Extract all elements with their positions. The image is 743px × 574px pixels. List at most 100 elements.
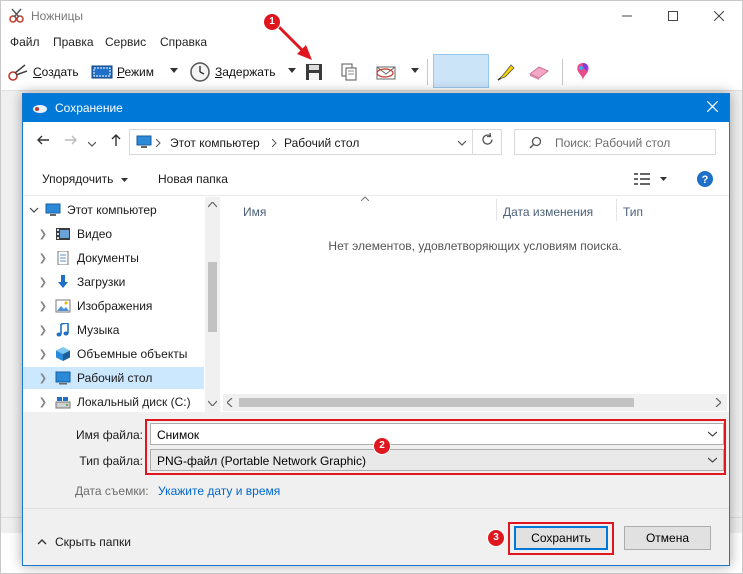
- navigation-pane: Этот компьютер ❯ Видео ❯ Документы ❯ Заг…: [23, 197, 220, 412]
- music-icon: [56, 323, 69, 337]
- menu-file[interactable]: Файл: [10, 35, 40, 49]
- chevron-right-icon[interactable]: ❯: [37, 301, 49, 312]
- app-titlebar: Ножницы: [1, 1, 742, 31]
- dialog-footer: Скрыть папки Сохранить Отмена: [23, 508, 729, 565]
- up-button[interactable]: [106, 132, 126, 152]
- annotation-number-2: 2: [374, 438, 390, 454]
- eraser-button[interactable]: [527, 59, 551, 85]
- cancel-button[interactable]: Отмена: [624, 526, 711, 550]
- breadcrumb-desktop[interactable]: Рабочий стол: [284, 136, 359, 150]
- drive-icon: [55, 397, 71, 409]
- column-header-name[interactable]: Имя: [243, 205, 266, 219]
- back-button[interactable]: [33, 132, 53, 152]
- filename-label: Имя файла:: [76, 428, 143, 442]
- refresh-button[interactable]: [472, 129, 502, 155]
- view-options-icon[interactable]: [634, 173, 652, 185]
- chevron-right-icon[interactable]: ❯: [37, 397, 49, 408]
- nav-item-desktop[interactable]: ❯ Рабочий стол: [23, 367, 204, 389]
- chevron-right-icon[interactable]: ❯: [37, 229, 49, 240]
- new-snip-button[interactable]: Создать: [7, 59, 79, 85]
- command-bar: Упорядочить Новая папка ?: [23, 162, 729, 196]
- clock-icon: [190, 62, 210, 82]
- nav-item-this-pc[interactable]: Этот компьютер: [23, 199, 204, 221]
- scroll-down-icon[interactable]: [208, 400, 217, 406]
- scroll-left-icon[interactable]: [227, 398, 233, 407]
- forward-button[interactable]: [61, 132, 81, 152]
- scroll-up-icon[interactable]: [208, 202, 217, 208]
- highlighter-icon: [497, 64, 515, 81]
- dialog-close-button[interactable]: [701, 97, 723, 119]
- menu-edit[interactable]: Правка: [53, 35, 94, 49]
- breadcrumb-this-pc[interactable]: Этот компьютер: [170, 136, 260, 150]
- close-icon: [714, 11, 724, 21]
- annotation-number-3: 3: [488, 530, 504, 546]
- chevron-down-icon[interactable]: [29, 206, 39, 214]
- address-row: Этот компьютер Рабочий стол Поиск: Рабоч…: [23, 122, 729, 162]
- video-icon: [56, 228, 70, 240]
- nav-item-downloads[interactable]: ❯ Загрузки: [23, 271, 204, 293]
- file-list-horizontal-scrollbar[interactable]: [223, 394, 727, 411]
- scrollbar-thumb[interactable]: [239, 398, 634, 407]
- nav-item-pictures[interactable]: ❯ Изображения: [23, 295, 204, 317]
- computer-icon: [136, 135, 152, 148]
- menu-help[interactable]: Справка: [160, 35, 207, 49]
- view-caret-down-icon[interactable]: [660, 177, 667, 181]
- create-hotkey: С: [33, 65, 42, 79]
- address-bar[interactable]: Этот компьютер Рабочий стол: [129, 129, 489, 155]
- refresh-icon: [481, 132, 493, 145]
- rectangle-mode-icon: [91, 65, 113, 79]
- column-separator: [616, 199, 617, 221]
- documents-icon: [57, 251, 69, 265]
- chevron-right-icon[interactable]: ❯: [37, 349, 49, 360]
- nav-item-local-disk[interactable]: ❯ Локальный диск (C:): [23, 391, 204, 412]
- mode-button[interactable]: Режим: [91, 59, 154, 85]
- chevron-right-icon[interactable]: ❯: [37, 253, 49, 264]
- nav-label: Изображения: [77, 299, 153, 313]
- scrollbar-thumb[interactable]: [208, 262, 217, 332]
- nav-label: Этот компьютер: [67, 203, 157, 217]
- chevron-right-icon[interactable]: ❯: [37, 277, 49, 288]
- highlighter-button[interactable]: [495, 59, 517, 85]
- nav-item-video[interactable]: ❯ Видео: [23, 223, 204, 245]
- chevron-right-icon[interactable]: ❯: [37, 325, 49, 336]
- chevron-right-icon[interactable]: ❯: [37, 373, 49, 384]
- organize-button[interactable]: Упорядочить: [42, 172, 128, 186]
- maximize-button[interactable]: [650, 1, 696, 31]
- nav-item-music[interactable]: ❯ Музыка: [23, 319, 204, 341]
- search-input[interactable]: Поиск: Рабочий стол: [514, 129, 716, 155]
- hide-folders-button[interactable]: Скрыть папки: [37, 535, 131, 549]
- paint3d-button[interactable]: [572, 59, 594, 85]
- new-folder-button[interactable]: Новая папка: [158, 172, 228, 186]
- column-header-date[interactable]: Дата изменения: [503, 205, 593, 219]
- copy-button[interactable]: [339, 59, 359, 85]
- annotation-box-save: [508, 522, 614, 555]
- menu-tools[interactable]: Сервис: [105, 35, 146, 49]
- address-dropdown-icon[interactable]: [458, 140, 466, 146]
- column-header-type[interactable]: Тип: [623, 205, 643, 219]
- close-button[interactable]: [696, 1, 742, 31]
- menu-bar: Файл Правка Сервис Справка: [1, 31, 742, 53]
- 3d-objects-icon: [56, 347, 70, 361]
- mode-dropdown-arrow-icon[interactable]: [170, 68, 178, 73]
- svg-text:?: ?: [702, 174, 709, 186]
- download-icon: [58, 275, 68, 288]
- annotation-number-1: 1: [264, 14, 280, 30]
- delay-dropdown-arrow-icon[interactable]: [288, 68, 296, 73]
- nav-label: Рабочий стол: [77, 371, 153, 385]
- navigation-scrollbar[interactable]: [205, 197, 220, 412]
- nav-label: Музыка: [77, 323, 120, 337]
- nav-item-3d-objects[interactable]: ❯ Объемные объекты: [23, 343, 204, 365]
- date-taken-link[interactable]: Укажите дату и время: [158, 484, 280, 498]
- sort-up-icon: [361, 196, 369, 201]
- envelope-icon: [376, 66, 396, 80]
- computer-icon: [45, 203, 61, 216]
- minimize-button[interactable]: [604, 1, 650, 31]
- nav-item-documents[interactable]: ❯ Документы: [23, 247, 204, 269]
- annotation-box-filename: [145, 419, 726, 475]
- help-icon[interactable]: ?: [696, 170, 714, 188]
- recent-locations-button[interactable]: [86, 132, 98, 152]
- scroll-right-icon[interactable]: [715, 398, 721, 407]
- send-snip-button[interactable]: [375, 59, 401, 85]
- send-dropdown-arrow-icon[interactable]: [411, 68, 419, 73]
- pictures-icon: [55, 299, 71, 313]
